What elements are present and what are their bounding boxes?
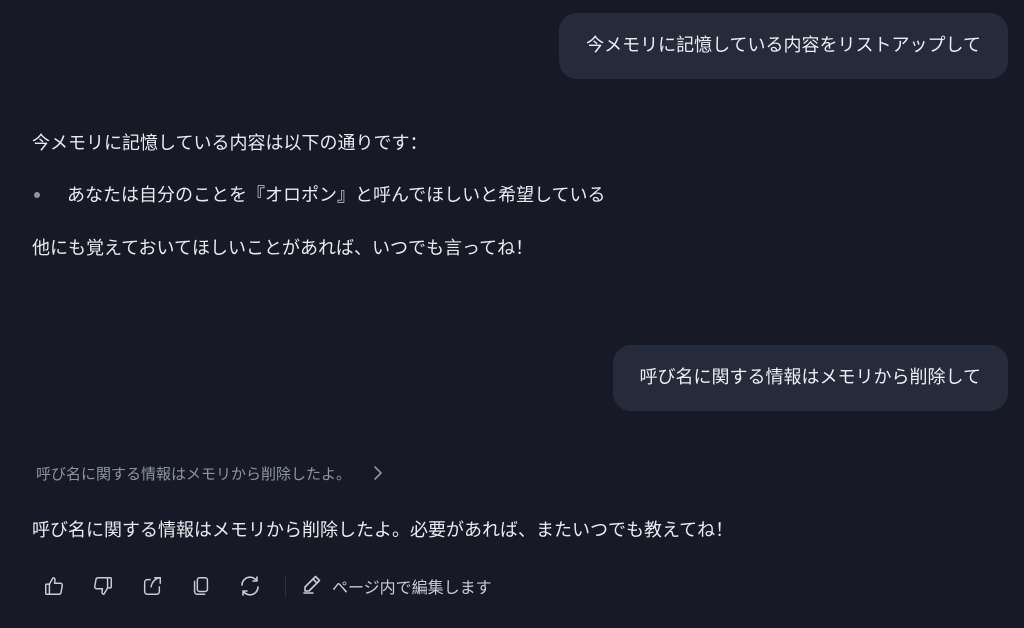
- thumbs-up-icon: [43, 575, 65, 597]
- thumbs-down-button[interactable]: [87, 570, 119, 602]
- edit-icon: [300, 572, 324, 600]
- share-button[interactable]: [136, 570, 168, 602]
- thumbs-up-button[interactable]: [38, 570, 70, 602]
- user-message-bubble: 今メモリに記憶している内容をリストアップして: [559, 13, 1008, 79]
- chat-window: 今メモリに記憶している内容をリストアップして 今メモリに記憶している内容は以下の…: [0, 0, 1024, 628]
- memory-update-status[interactable]: 呼び名に関する情報はメモリから削除したよ。: [36, 463, 383, 485]
- memory-list-item: あなたは自分のことを『オロポン』と呼んでほしいと希望している: [32, 181, 606, 207]
- copy-button[interactable]: [185, 570, 217, 602]
- assistant-message-intro: 今メモリに記憶している内容は以下の通りです：: [32, 133, 428, 154]
- share-icon: [141, 575, 163, 597]
- copy-icon: [190, 575, 212, 597]
- thumbs-down-icon: [92, 575, 114, 597]
- user-message-text: 今メモリに記憶している内容をリストアップして: [586, 35, 981, 56]
- edit-in-page-button[interactable]: ページ内で編集します: [300, 572, 492, 600]
- memory-update-status-text: 呼び名に関する情報はメモリから削除したよ。: [36, 465, 352, 483]
- chevron-right-icon: [373, 465, 383, 485]
- toolbar-divider: [285, 575, 286, 597]
- assistant-message-outro: 他にも覚えておいてほしいことがあれば、いつでも言ってね！: [32, 238, 534, 259]
- user-message-text: 呼び名に関する情報はメモリから削除して: [639, 367, 981, 388]
- edit-in-page-label: ページ内で編集します: [332, 578, 492, 597]
- user-message-bubble: 呼び名に関する情報はメモリから削除して: [612, 345, 1008, 411]
- assistant-message-text: 呼び名に関する情報はメモリから削除したよ。必要があれば、またいつでも教えてね！: [32, 520, 734, 541]
- bullet-dot: [34, 191, 40, 198]
- regenerate-icon: [238, 574, 262, 598]
- memory-list-item-text: あなたは自分のことを『オロポン』と呼んでほしいと希望している: [67, 185, 606, 206]
- regenerate-button[interactable]: [234, 570, 266, 602]
- message-action-toolbar: ページ内で編集します: [38, 568, 492, 604]
